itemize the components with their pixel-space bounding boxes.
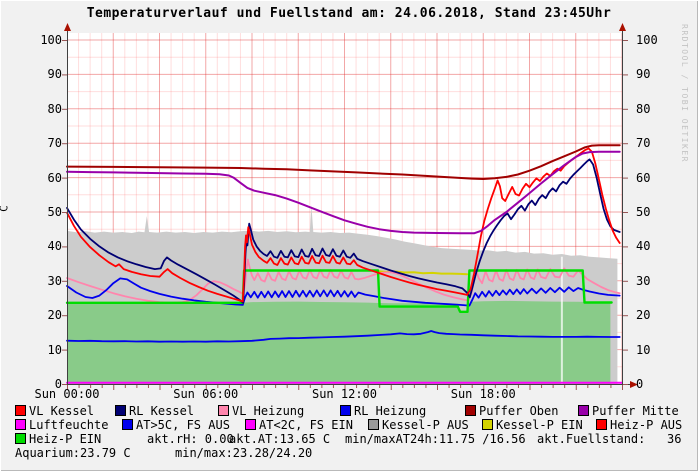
legend-item-label: Puffer Oben [479, 405, 558, 417]
legend-color-swatch [15, 419, 26, 430]
legend-item-label: RL Heizung [354, 405, 426, 417]
y-tick-label-right: 40 [636, 240, 670, 253]
y-tick-label-right: 0 [636, 378, 670, 391]
y-tick-label-right: 70 [636, 137, 670, 150]
y-tick-label-left: 70 [28, 137, 62, 150]
legend-item-label: RL Kessel [129, 405, 194, 417]
y-tick-label-right: 90 [636, 68, 670, 81]
y-tick-label-left: 10 [28, 344, 62, 357]
rrdtool-watermark: RRDTOOL / TOBI OETIKER [680, 24, 689, 163]
y-tick-label-right: 50 [636, 206, 670, 219]
y-tick-label-right: 100 [636, 34, 670, 47]
legend-color-swatch [340, 405, 351, 416]
legend-item-label: Puffer Mitte [592, 405, 679, 417]
legend-item-label: Kessel-P AUS [382, 419, 469, 431]
y-tick-label-left: 20 [28, 309, 62, 322]
legend-stat-text: akt.AT:13.65 C [229, 433, 330, 445]
legend-color-swatch [245, 419, 256, 430]
legend-color-swatch [15, 405, 26, 416]
rrdtool-temperature-graph: Temperaturverlauf und Fuellstand am: 24.… [0, 0, 698, 471]
legend-item-label: Heiz-P EIN [29, 433, 101, 445]
legend-color-swatch [368, 419, 379, 430]
legend-item-label: AT<2C, FS EIN [259, 419, 353, 431]
legend-color-swatch [578, 405, 589, 416]
y-tick-label-right: 10 [636, 344, 670, 357]
legend-item-label: VL Heizung [232, 405, 304, 417]
legend-stat-text: akt.rH: 0.00 [147, 433, 234, 445]
legend-item-label: Heiz-P AUS [610, 419, 682, 431]
legend-item-label: VL Kessel [29, 405, 94, 417]
legend-stat-text: Aquarium:23.79 C [15, 447, 131, 459]
legend-color-swatch [15, 433, 26, 444]
legend-item-label: Kessel-P EIN [496, 419, 583, 431]
y-tick-label-right: 80 [636, 103, 670, 116]
legend-stat-text: min/max:23.28/24.20 [175, 447, 312, 459]
y-tick-label-left: 80 [28, 103, 62, 116]
legend-item-label: Luftfeuchte [29, 419, 108, 431]
x-tick-label: Sun 18:00 [438, 388, 528, 401]
x-tick-label: Sun 12:00 [300, 388, 390, 401]
y-tick-label-right: 60 [636, 172, 670, 185]
x-tick-label: Sun 00:00 [22, 388, 112, 401]
legend-color-swatch [218, 405, 229, 416]
legend-stat-text: min/maxAT24h:11.75 /16.56 [345, 433, 526, 445]
y-tick-label-left: 30 [28, 275, 62, 288]
y-tick-label-left: 50 [28, 206, 62, 219]
legend-color-swatch [596, 419, 607, 430]
y-tick-label-left: 60 [28, 172, 62, 185]
legend-color-swatch [465, 405, 476, 416]
legend-color-swatch [122, 419, 133, 430]
y-tick-label-right: 20 [636, 309, 670, 322]
legend-stat-text: akt.Fuellstand: 36 [537, 433, 682, 445]
legend-color-swatch [115, 405, 126, 416]
legend-item-label: AT>5C, FS AUS [136, 419, 230, 431]
y-tick-label-right: 30 [636, 275, 670, 288]
y-tick-label-left: 40 [28, 240, 62, 253]
legend-color-swatch [482, 419, 493, 430]
y-tick-label-left: 100 [28, 34, 62, 47]
y-tick-label-left: 90 [28, 68, 62, 81]
x-tick-label: Sun 06:00 [161, 388, 251, 401]
